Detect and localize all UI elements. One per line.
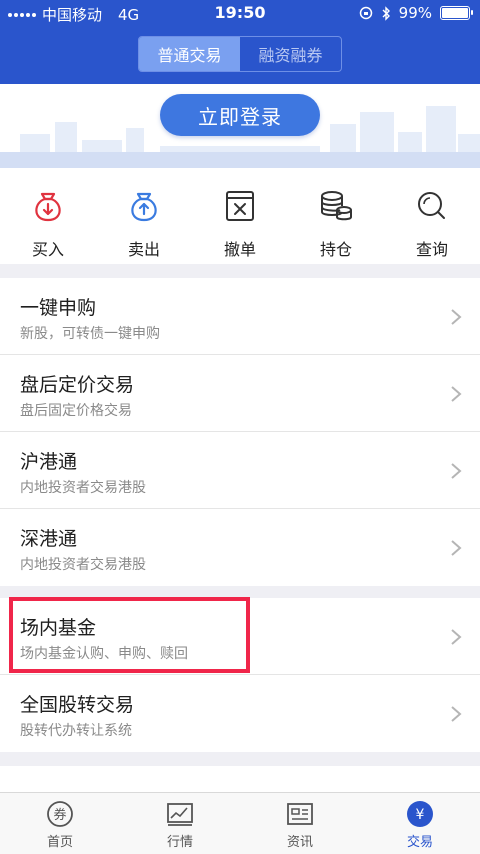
rotation-lock-icon xyxy=(359,6,372,20)
segment-normal-trade[interactable]: 普通交易 xyxy=(139,37,240,71)
yuan-trade-icon: ¥ xyxy=(405,799,435,829)
cancel-order-label: 撤单 xyxy=(223,240,256,259)
svg-text:券: 券 xyxy=(53,807,66,823)
battery-percent: 99% xyxy=(398,4,432,22)
list-item-subtitle: 盘后固定价格交易 xyxy=(20,403,132,419)
tab-home[interactable]: 券 首页 xyxy=(0,793,120,854)
list-item-subtitle: 内地投资者交易港股 xyxy=(20,480,146,496)
tab-label: 交易 xyxy=(406,835,433,850)
trade-mode-segment: 普通交易 融资融券 xyxy=(138,36,342,72)
chevron-right-icon xyxy=(451,309,462,325)
quick-action-buy[interactable]: 买入 xyxy=(0,168,96,264)
sell-label: 卖出 xyxy=(127,240,160,259)
list-item-shanghai-hk[interactable]: 沪港通 内地投资者交易港股 xyxy=(0,432,480,509)
segment-margin-trade[interactable]: 融资融券 xyxy=(240,37,341,71)
list-item-title: 深港通 xyxy=(20,528,78,550)
tab-news[interactable]: 资讯 xyxy=(240,793,360,854)
list-item-subtitle: 新股，可转债一键申购 xyxy=(20,326,160,342)
holdings-label: 持仓 xyxy=(319,240,352,259)
chevron-right-icon xyxy=(451,629,462,645)
list-item-exchange-fund[interactable]: 场内基金 场内基金认购、申购、赎回 xyxy=(0,598,480,675)
trade-list-group-2: 场内基金 场内基金认购、申购、赎回 全国股转交易 股转代办转让系统 xyxy=(0,598,480,752)
sell-bag-icon xyxy=(124,186,164,226)
tab-market[interactable]: 行情 xyxy=(120,793,240,854)
chevron-right-icon xyxy=(451,706,462,722)
coupon-home-icon: 券 xyxy=(45,799,75,829)
buy-label: 买入 xyxy=(31,240,64,259)
login-button[interactable]: 立即登录 xyxy=(160,94,320,136)
list-item-title: 沪港通 xyxy=(20,451,78,473)
chevron-right-icon xyxy=(451,540,462,556)
list-item-title: 场内基金 xyxy=(20,617,97,639)
tab-label: 行情 xyxy=(166,835,193,850)
list-item-subtitle: 场内基金认购、申购、赎回 xyxy=(20,646,188,662)
quick-actions: 买入 卖出 撤单 持仓 查询 xyxy=(0,168,480,264)
quick-action-holdings[interactable]: 持仓 xyxy=(288,168,384,264)
tab-trade[interactable]: ¥ 交易 xyxy=(360,793,480,854)
quick-action-query[interactable]: 查询 xyxy=(384,168,480,264)
query-label: 查询 xyxy=(415,240,448,259)
list-item-title: 一键申购 xyxy=(20,297,97,319)
trade-list-group-1: 一键申购 新股，可转债一键申购 盘后定价交易 盘后固定价格交易 沪港通 内地投资… xyxy=(0,278,480,586)
list-item-after-hours[interactable]: 盘后定价交易 盘后固定价格交易 xyxy=(0,355,480,432)
list-item-title: 全国股转交易 xyxy=(20,694,135,716)
list-group-partial xyxy=(0,766,480,792)
news-icon xyxy=(285,799,315,829)
header: 中国移动 4G 19:50 99% 普通交易 融资融券 xyxy=(0,0,480,84)
quick-action-sell[interactable]: 卖出 xyxy=(96,168,192,264)
search-icon xyxy=(412,186,452,226)
list-item-ipo[interactable]: 一键申购 新股，可转债一键申购 xyxy=(0,278,480,355)
market-chart-icon xyxy=(165,799,195,829)
list-item-neeq-trade[interactable]: 全国股转交易 股转代办转让系统 xyxy=(0,675,480,752)
battery-icon xyxy=(440,6,473,20)
list-item-subtitle: 股转代办转让系统 xyxy=(20,723,132,739)
chevron-right-icon xyxy=(451,463,462,479)
list-item-subtitle: 内地投资者交易港股 xyxy=(20,557,146,573)
status-bar: 中国移动 4G 19:50 99% xyxy=(0,0,480,28)
tab-label: 资讯 xyxy=(286,835,313,850)
buy-bag-icon xyxy=(28,186,68,226)
svg-text:¥: ¥ xyxy=(416,807,425,823)
tab-bar: 券 首页 行情 资讯 ¥ 交易 xyxy=(0,792,480,854)
bluetooth-icon xyxy=(382,5,390,21)
tab-label: 首页 xyxy=(46,835,73,850)
list-item-title: 盘后定价交易 xyxy=(20,374,135,396)
chevron-right-icon xyxy=(451,386,462,402)
cancel-order-icon xyxy=(220,186,260,226)
quick-action-cancel[interactable]: 撤单 xyxy=(192,168,288,264)
login-banner: 立即登录 xyxy=(0,84,480,168)
holdings-coins-icon xyxy=(316,186,356,226)
list-item-shenzhen-hk[interactable]: 深港通 内地投资者交易港股 xyxy=(0,509,480,586)
